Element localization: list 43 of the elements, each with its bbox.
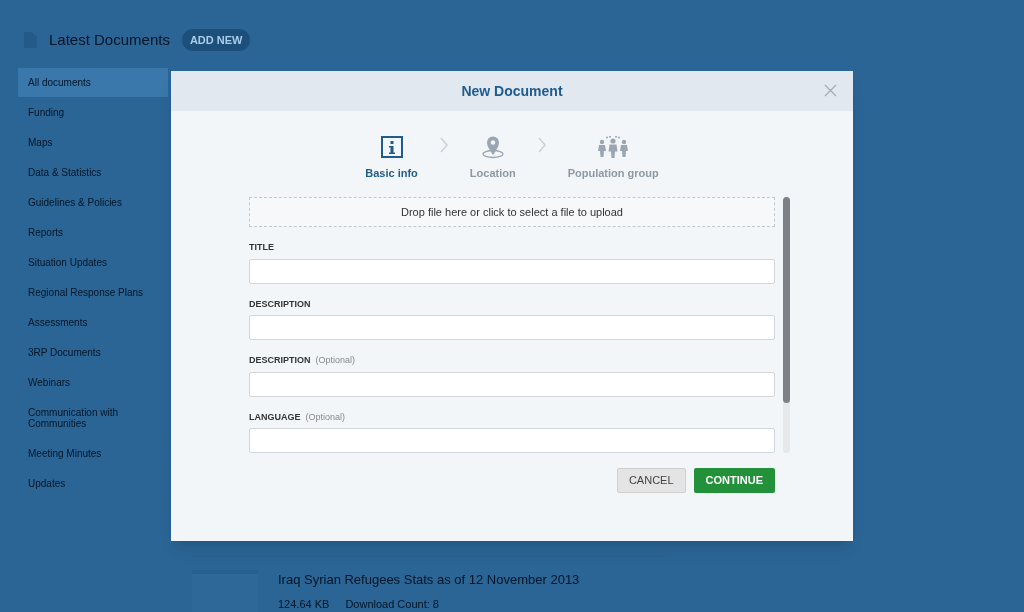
field-label: TITLE	[249, 241, 274, 254]
sidebar-item[interactable]: Maps	[18, 128, 168, 158]
sidebar-item[interactable]: Assessments	[18, 308, 168, 338]
field-label: DESCRIPTION	[249, 354, 311, 367]
wizard-step[interactable]: Basic info	[365, 165, 418, 182]
sidebar-item[interactable]: Updates	[18, 469, 168, 499]
optional-note: (Optional)	[305, 410, 345, 424]
text-input[interactable]	[249, 315, 775, 340]
sidebar-item[interactable]: All documents	[18, 68, 168, 98]
wizard-step[interactable]: Population group	[567, 165, 659, 182]
download-count: Download Count: 8	[345, 596, 439, 612]
sidebar-item[interactable]: Reports	[18, 218, 168, 248]
scrollbar[interactable]	[783, 197, 790, 453]
sidebar-item[interactable]: Communication with Communities	[18, 398, 168, 439]
page-heading: Latest Documents	[49, 29, 170, 50]
add-new-button[interactable]: ADD NEW	[181, 28, 251, 52]
sidebar-item[interactable]: Funding	[18, 98, 168, 128]
sidebar-item[interactable]: 3RP Documents	[18, 338, 168, 368]
sidebar-item[interactable]: Situation Updates	[18, 248, 168, 278]
map-pin-icon	[480, 135, 505, 159]
field-label: DESCRIPTION	[249, 297, 311, 311]
sidebar-item[interactable]: Guidelines & Policies	[18, 188, 168, 218]
document-title[interactable]: Iraq Syrian Refugees Stats as of 12 November 2013	[278, 570, 580, 590]
sidebar-item[interactable]: Webinars	[18, 368, 168, 398]
sidebar-item[interactable]: Meeting Minutes	[18, 439, 168, 469]
cancel-button[interactable]: CANCEL	[616, 468, 686, 493]
close-icon[interactable]	[824, 84, 837, 97]
dialog-title: New Document	[461, 81, 563, 101]
text-input[interactable]	[249, 371, 775, 397]
sidebar-item[interactable]: Data & Statistics	[18, 158, 168, 188]
info-icon	[380, 136, 403, 158]
continue-button[interactable]: CONTINUE	[693, 468, 775, 493]
people-group-icon	[597, 136, 630, 158]
text-input[interactable]	[249, 428, 775, 453]
sidebar-item[interactable]: Regional Response Plans	[18, 278, 168, 308]
chevron-right-icon	[439, 137, 448, 153]
chevron-right-icon	[537, 137, 546, 153]
file-size: 124.64 KB	[278, 596, 330, 612]
file-dropzone[interactable]: Drop file here or click to select a file to upload	[249, 197, 775, 227]
text-input[interactable]	[249, 258, 775, 284]
field-label: LANGUAGE	[249, 410, 301, 424]
optional-note: (Optional)	[315, 354, 356, 367]
wizard-step[interactable]: Location	[469, 165, 516, 182]
